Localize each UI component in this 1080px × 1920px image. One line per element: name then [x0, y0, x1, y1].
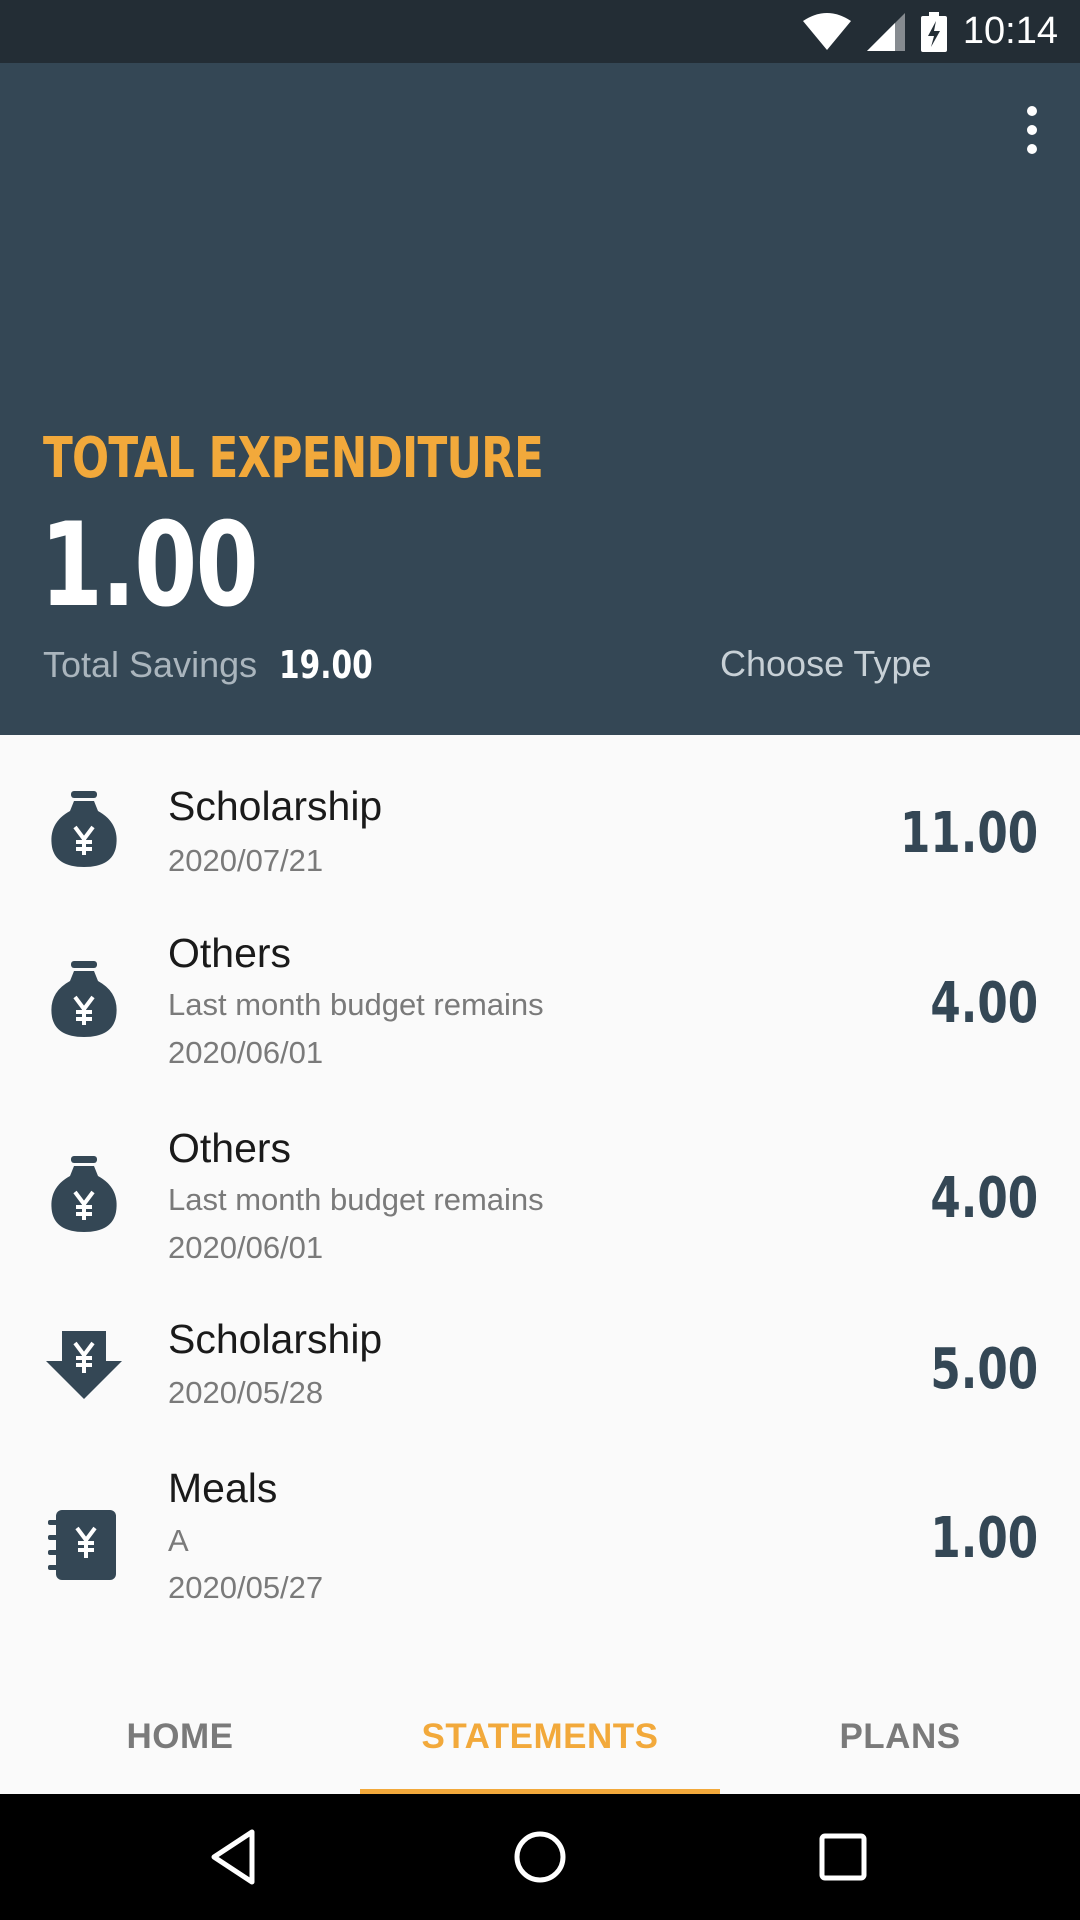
back-icon[interactable]: [200, 1822, 270, 1892]
signal-icon: [866, 12, 905, 51]
transaction-title: Scholarship: [168, 1316, 383, 1362]
total-savings-label: Total Savings: [43, 644, 258, 685]
tab-plans[interactable]: PLANS: [720, 1680, 1080, 1794]
total-expenditure-value: 1.00: [40, 498, 259, 633]
transaction-amount: 1.00: [930, 1506, 1038, 1571]
transaction-row[interactable]: Others Last month budget remains 2020/06…: [0, 905, 1080, 1100]
recents-icon[interactable]: [808, 1822, 878, 1892]
transaction-amount: 4.00: [930, 971, 1038, 1036]
transaction-row[interactable]: Scholarship 2020/07/21 11.00: [0, 735, 1080, 905]
overflow-dot: [1027, 144, 1037, 154]
transaction-date: 2020/05/28: [168, 1375, 324, 1410]
transaction-list: Scholarship 2020/07/21 11.00 Others Last…: [0, 735, 1080, 1640]
money-bag-icon: [44, 957, 124, 1041]
total-savings-value: 19.00: [279, 643, 373, 687]
transaction-row[interactable]: Others Last month budget remains 2020/06…: [0, 1100, 1080, 1295]
wifi-icon: [802, 12, 851, 51]
money-bag-icon: [44, 787, 124, 871]
more-options-button[interactable]: [1004, 85, 1060, 175]
total-expenditure-label: TOTAL EXPENDITURE: [43, 426, 544, 491]
tab-statements[interactable]: STATEMENTS: [360, 1680, 720, 1794]
transaction-date: 2020/07/21: [168, 843, 324, 878]
summary-header: TOTAL EXPENDITURE 1.00 Total Savings 19.…: [0, 63, 1080, 735]
transaction-title: Others: [168, 930, 292, 976]
overflow-dot: [1027, 106, 1037, 116]
transaction-title: Meals: [168, 1465, 278, 1511]
transaction-row[interactable]: Scholarship 2020/05/28 5.00: [0, 1295, 1080, 1440]
yen-notebook-icon: [44, 1500, 124, 1584]
system-navigation-bar: [0, 1794, 1080, 1920]
transaction-date: 2020/06/01: [168, 1230, 324, 1265]
money-bag-icon: [44, 1152, 124, 1236]
transaction-date: 2020/06/01: [168, 1035, 324, 1070]
transaction-amount: 4.00: [930, 1166, 1038, 1231]
transaction-amount: 5.00: [930, 1337, 1038, 1402]
transaction-amount: 11.00: [899, 801, 1038, 866]
bottom-tabs: HOME STATEMENTS PLANS: [0, 1680, 1080, 1794]
status-icons: 10:14: [802, 0, 1058, 63]
choose-type-button[interactable]: Choose Type: [720, 643, 931, 685]
battery-charging-icon: [920, 11, 947, 52]
transaction-note: Last month budget remains: [168, 1182, 544, 1217]
transaction-row[interactable]: Meals A 2020/05/27 1.00: [0, 1440, 1080, 1640]
home-icon[interactable]: [505, 1822, 575, 1892]
yen-arrow-down-icon: [44, 1327, 124, 1411]
transaction-note: A: [168, 1523, 189, 1558]
transaction-title: Others: [168, 1125, 292, 1171]
overflow-dot: [1027, 125, 1037, 135]
status-bar: 10:14: [0, 0, 1080, 63]
total-savings-row: Total Savings 19.00: [43, 640, 399, 690]
tab-home[interactable]: HOME: [0, 1680, 360, 1794]
status-time: 10:14: [962, 10, 1058, 52]
transaction-date: 2020/05/27: [168, 1570, 324, 1605]
transaction-note: Last month budget remains: [168, 987, 544, 1022]
transaction-title: Scholarship: [168, 783, 383, 829]
